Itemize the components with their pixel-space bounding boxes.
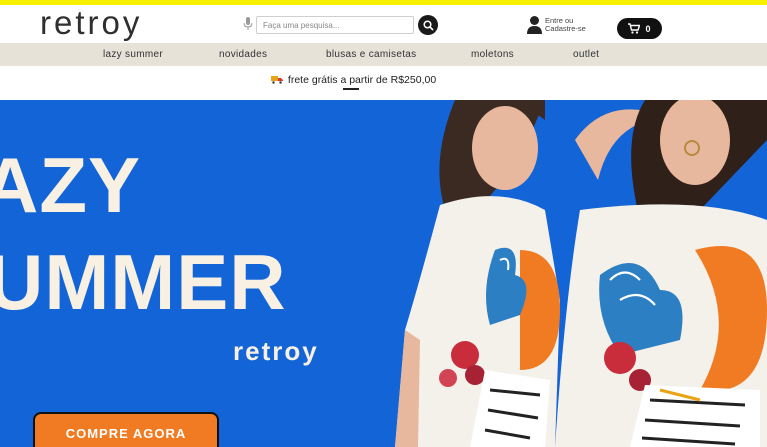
search-button[interactable] <box>418 15 438 35</box>
login-link[interactable]: Entre ou Cadastre-se <box>545 17 586 33</box>
site-header: retroy Entre ou Cadastre-se 0 <box>0 4 767 43</box>
user-icon[interactable] <box>526 15 543 35</box>
login-line-2: Cadastre-se <box>545 24 586 33</box>
nav-item-outlet[interactable]: outlet <box>573 49 599 60</box>
hero-headline-line-1: AZY <box>0 141 141 229</box>
cart-count: 0 <box>645 23 651 34</box>
microphone-icon[interactable] <box>241 16 255 32</box>
site-logo[interactable]: retroy <box>40 4 142 42</box>
nav-item-moletons[interactable]: moletons <box>471 49 514 60</box>
cart-button[interactable]: 0 <box>617 18 662 39</box>
shipping-banner: frete grátis a partir de R$250,00 <box>0 66 767 100</box>
shop-now-button[interactable]: COMPRE AGORA <box>33 412 219 447</box>
shipping-text-wrap: frete grátis a partir de R$250,00 <box>271 74 436 86</box>
hero-headline-line-2: UMMER <box>0 238 287 326</box>
truck-icon <box>271 76 283 84</box>
search-input[interactable] <box>256 16 414 34</box>
main-nav: lazy summer novidades blusas e camisetas… <box>0 43 767 66</box>
nav-item-novidades[interactable]: novidades <box>219 49 267 60</box>
shipping-text: frete grátis a partir de R$250,00 <box>287 74 437 86</box>
hero-brand-logo: retroy <box>233 336 319 366</box>
cart-icon <box>628 23 641 34</box>
search-icon <box>422 19 434 31</box>
hero-banner[interactable]: AZY UMMER retroy COMPRE AGORA <box>0 100 767 447</box>
nav-item-blusas-e-camisetas[interactable]: blusas e camisetas <box>326 49 416 60</box>
nav-item-lazy-summer[interactable]: lazy summer <box>103 49 163 60</box>
carousel-indicator[interactable] <box>343 88 359 90</box>
